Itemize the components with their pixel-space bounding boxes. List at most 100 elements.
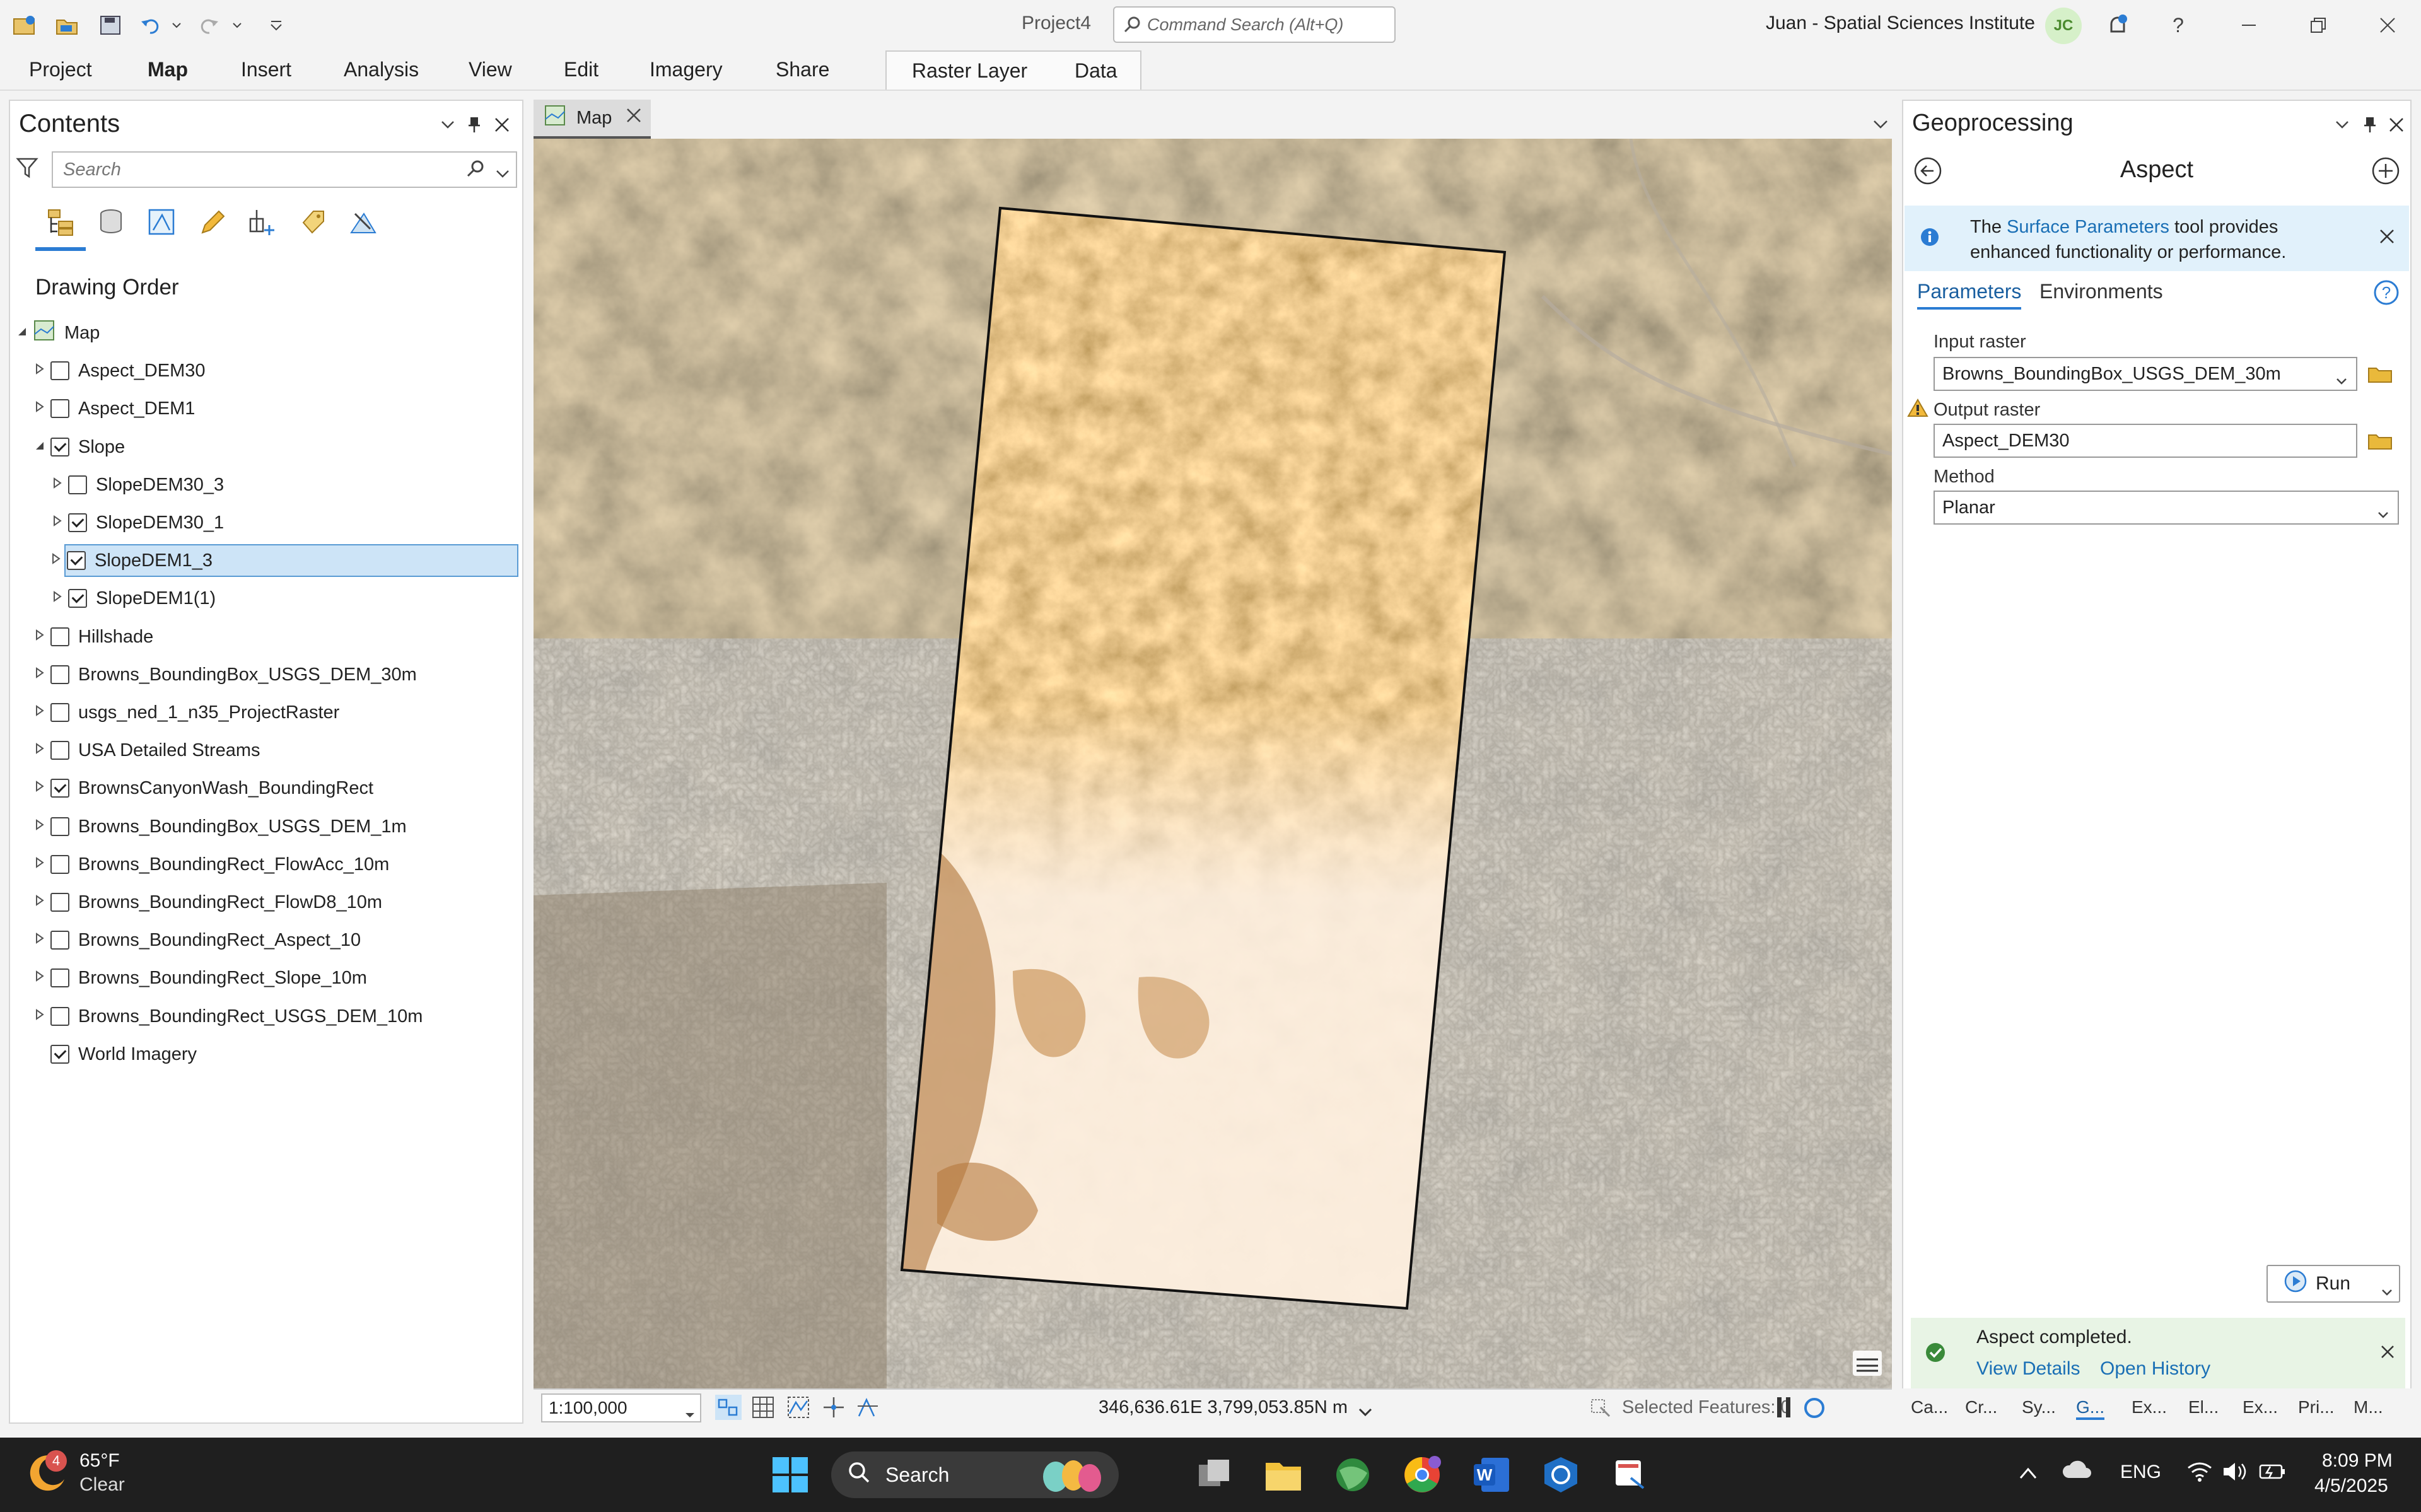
collapse-triangle-icon[interactable] (33, 440, 47, 455)
notifications-icon[interactable] (2104, 11, 2132, 39)
search-icon[interactable] (465, 159, 486, 184)
layer-visibility-checkbox[interactable] (68, 589, 87, 608)
start-button[interactable] (769, 1454, 811, 1496)
pane-options-icon[interactable] (2331, 113, 2354, 136)
command-search-input[interactable]: Command Search (Alt+Q) (1113, 6, 1396, 43)
surface-parameters-link[interactable]: Surface Parameters (2007, 217, 2169, 237)
layer-row[interactable]: Aspect_DEM1 (33, 392, 195, 425)
chevron-down-icon[interactable] (2377, 503, 2389, 524)
list-by-source-icon[interactable] (91, 202, 131, 242)
correction-icon[interactable] (855, 1395, 880, 1424)
tab-imagery[interactable]: Imagery (650, 58, 723, 81)
layer-visibility-checkbox[interactable] (50, 893, 69, 912)
taskbar-search[interactable]: Search (831, 1451, 1119, 1498)
pause-drawing-icon[interactable] (1775, 1396, 1795, 1423)
input-raster-field[interactable]: Browns_BoundingBox_USGS_DEM_30m (1934, 357, 2357, 391)
tab-list-dropdown-icon[interactable] (1873, 113, 1888, 135)
tab-project[interactable]: Project (29, 58, 92, 81)
save-project-icon[interactable] (97, 11, 125, 39)
layer-row[interactable]: BrownsCanyonWash_BoundingRect (33, 772, 373, 805)
layer-visibility-checkbox[interactable] (50, 968, 69, 987)
run-button[interactable]: Run (2266, 1265, 2400, 1303)
layer-row[interactable]: Hillshade (33, 620, 153, 653)
tab-symbology[interactable]: Sy... (2022, 1397, 2056, 1417)
close-window-icon[interactable] (2369, 8, 2406, 43)
tab-parameters[interactable]: Parameters (1917, 280, 2022, 310)
expand-triangle-icon[interactable] (33, 629, 47, 644)
avatar[interactable]: JC (2045, 8, 2082, 44)
minimize-icon[interactable] (2230, 8, 2268, 43)
list-by-snapping-icon[interactable] (242, 202, 283, 242)
layer-row[interactable]: Browns_BoundingRect_USGS_DEM_10m (33, 1000, 423, 1033)
tab-map[interactable]: Map (148, 58, 188, 81)
customize-toolbar-icon[interactable] (262, 11, 290, 39)
chevron-down-icon[interactable] (2336, 369, 2347, 390)
dismiss-status-icon[interactable] (2380, 1343, 2395, 1364)
expand-triangle-icon[interactable] (33, 743, 47, 758)
tab-map-view[interactable]: Map (534, 100, 651, 139)
refresh-icon[interactable] (1802, 1396, 1826, 1424)
list-by-selection-icon[interactable] (141, 202, 182, 242)
tab-geoprocessing[interactable]: G... (2076, 1397, 2105, 1420)
snipping-tool-icon[interactable] (1609, 1454, 1651, 1496)
arcgis-pro-icon[interactable] (1540, 1454, 1582, 1496)
add-icon[interactable] (2371, 156, 2400, 190)
undo-dropdown-icon[interactable] (169, 11, 184, 39)
expand-triangle-icon[interactable] (50, 515, 64, 530)
weather-temp[interactable]: 65°F (79, 1450, 120, 1472)
help-icon[interactable]: ? (2164, 11, 2192, 39)
list-by-labeling-icon[interactable] (293, 202, 333, 242)
clock-time[interactable]: 8:09 PM (2322, 1450, 2393, 1472)
map-view[interactable] (534, 139, 1892, 1388)
redo-icon[interactable] (194, 11, 222, 39)
constraints-icon[interactable] (821, 1395, 846, 1424)
tab-share[interactable]: Share (776, 58, 829, 81)
battery-icon[interactable] (2258, 1460, 2287, 1488)
volume-icon[interactable] (2221, 1460, 2248, 1488)
layer-row[interactable]: Browns_BoundingRect_FlowD8_10m (33, 886, 382, 919)
list-by-perspective-imagery-icon[interactable] (343, 202, 383, 242)
contents-search-input[interactable]: Search (52, 151, 517, 188)
browse-folder-icon[interactable] (2367, 431, 2393, 450)
task-view-icon[interactable] (1193, 1454, 1235, 1496)
onedrive-icon[interactable] (2062, 1459, 2092, 1487)
expand-triangle-icon[interactable] (33, 933, 47, 948)
word-icon[interactable]: W (1471, 1454, 1512, 1496)
restore-icon[interactable] (2299, 8, 2337, 43)
layer-visibility-checkbox[interactable] (50, 399, 69, 418)
layer-visibility-checkbox[interactable] (50, 665, 69, 684)
snapping-icon[interactable] (786, 1395, 811, 1424)
map-scale-selector[interactable]: 1:100,000 (541, 1393, 701, 1422)
layer-row[interactable]: Browns_BoundingBox_USGS_DEM_30m (33, 658, 417, 691)
layer-row[interactable]: SlopeDEM1_3 (52, 544, 518, 577)
expand-triangle-icon[interactable] (50, 591, 64, 606)
layer-visibility-checkbox[interactable] (50, 817, 69, 836)
open-project-icon[interactable] (53, 11, 81, 39)
help-icon[interactable]: ? (2372, 279, 2400, 311)
layer-row[interactable]: Slope (33, 431, 125, 463)
layer-row[interactable]: Browns_BoundingRect_FlowAcc_10m (33, 848, 389, 881)
run-options-icon[interactable] (2381, 1280, 2393, 1301)
tab-raster-layer[interactable]: Raster Layer (912, 59, 1027, 83)
expand-triangle-icon[interactable] (33, 705, 47, 720)
close-pane-icon[interactable] (491, 113, 513, 136)
pane-options-icon[interactable] (436, 113, 459, 136)
weather-condition[interactable]: Clear (79, 1474, 125, 1496)
view-details-link[interactable]: View Details (1976, 1358, 2080, 1380)
layer-visibility-checkbox[interactable] (50, 438, 69, 457)
tab-export-2[interactable]: Ex... (2243, 1397, 2278, 1417)
expand-triangle-icon[interactable] (33, 819, 47, 834)
tab-modify[interactable]: M... (2354, 1397, 2383, 1417)
dismiss-info-icon[interactable] (2379, 228, 2395, 250)
layer-row[interactable]: SlopeDEM1(1) (50, 582, 216, 615)
tab-export-1[interactable]: Ex... (2132, 1397, 2167, 1417)
undo-icon[interactable] (137, 11, 165, 39)
fixed-zoom-icon[interactable] (714, 1393, 743, 1426)
layer-visibility-checkbox[interactable] (50, 361, 69, 380)
map-overview-icon[interactable] (1852, 1349, 1883, 1382)
tab-element[interactable]: El... (2188, 1397, 2219, 1417)
layer-visibility-checkbox[interactable] (50, 703, 69, 722)
layer-visibility-checkbox[interactable] (50, 1007, 69, 1026)
expand-triangle-icon[interactable] (33, 970, 47, 986)
layer-visibility-checkbox[interactable] (50, 627, 69, 646)
